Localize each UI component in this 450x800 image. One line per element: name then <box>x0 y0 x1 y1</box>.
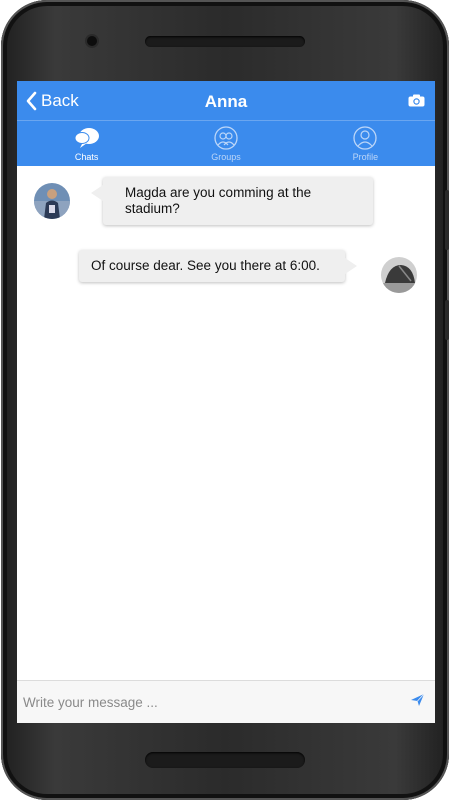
tab-groups[interactable]: Groups <box>156 121 295 166</box>
power-button <box>445 300 449 340</box>
volume-button <box>445 190 449 250</box>
tab-bar: Chats Groups Profile <box>17 120 435 166</box>
camera-icon <box>408 94 425 107</box>
avatar[interactable] <box>34 183 70 219</box>
camera-button[interactable] <box>408 94 425 112</box>
tab-label: Groups <box>211 152 241 162</box>
send-icon <box>411 693 425 706</box>
message-text: Magda are you comming at the stadium? <box>125 185 312 216</box>
message-bubble-received[interactable]: Magda are you comming at the stadium? <box>91 177 373 225</box>
chat-bubbles-icon <box>74 128 99 148</box>
contact-avatar-image <box>34 183 70 219</box>
tab-profile[interactable]: Profile <box>296 121 435 166</box>
user-avatar-image <box>381 257 417 293</box>
tab-label: Chats <box>74 152 99 162</box>
earpiece-speaker <box>145 36 305 47</box>
group-icon <box>214 126 238 150</box>
message-bubble-sent[interactable]: Of course dear. See you there at 6:00. <box>79 250 357 282</box>
navigation-bar: Back Anna <box>17 81 435 120</box>
bubble-tail <box>91 185 103 201</box>
front-camera <box>87 36 97 46</box>
message-text: Of course dear. See you there at 6:00. <box>91 258 320 273</box>
message-composer <box>17 680 435 723</box>
page-title: Anna <box>204 92 248 111</box>
app-screen: Back Anna Chats Groups Profile Magda are… <box>17 81 435 723</box>
send-button[interactable] <box>410 693 425 712</box>
profile-icon <box>353 126 377 150</box>
bottom-speaker <box>145 752 305 768</box>
tab-label: Profile <box>352 152 379 162</box>
message-input[interactable] <box>21 689 405 715</box>
avatar[interactable] <box>381 257 417 293</box>
tab-chats[interactable]: Chats <box>17 121 156 166</box>
bubble-tail <box>345 258 357 274</box>
message-list: Magda are you comming at the stadium? Of… <box>17 166 435 681</box>
phone-frame: Back Anna Chats Groups Profile Magda are… <box>1 0 449 800</box>
